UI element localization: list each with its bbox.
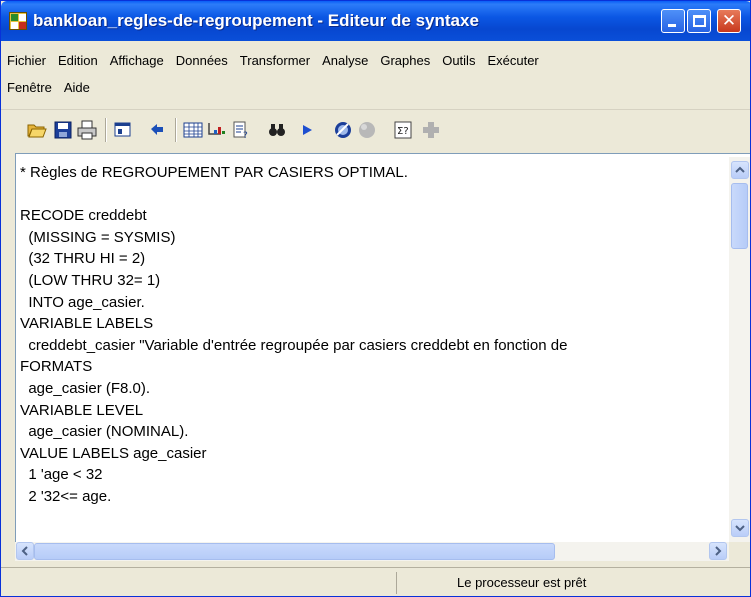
menu-analyse[interactable]: Analyse (322, 51, 374, 73)
vertical-scroll-thumb[interactable] (731, 183, 748, 249)
code-line: (32 THRU HI = 2) (20, 250, 146, 268)
code-line: age_casier (NOMINAL). (20, 423, 189, 441)
menu-aide[interactable]: Aide (64, 78, 96, 100)
syntax-editor[interactable]: * Règles de REGROUPEMENT PAR CASIERS OPT… (15, 153, 750, 542)
code-line: (MISSING = SYSMIS) (20, 228, 176, 246)
code-line: RECODE creddebt (20, 207, 147, 225)
minimize-button[interactable] (661, 9, 685, 33)
svg-text:Σ?: Σ? (397, 126, 409, 137)
vertical-scrollbar[interactable] (729, 157, 750, 542)
add-icon[interactable] (421, 120, 441, 140)
app-icon (9, 12, 27, 30)
undo-icon[interactable] (147, 120, 167, 140)
menu-row-2: Fenêtre Aide (7, 78, 102, 100)
code-line: (LOW THRU 32= 1) (20, 271, 161, 289)
print-icon[interactable] (77, 120, 97, 140)
stop-icon[interactable] (357, 120, 377, 140)
chevron-up-icon (735, 166, 745, 173)
syntax-editor-window: bankloan_regles-de-regroupement - Editeu… (0, 0, 751, 597)
status-panel: Le processeur est prêt (396, 572, 724, 594)
menu-transformer[interactable]: Transformer (240, 51, 316, 73)
open-folder-icon[interactable] (27, 120, 47, 140)
code-line: * Règles de REGROUPEMENT PAR CASIERS OPT… (20, 164, 408, 181)
close-button[interactable]: ✕ (717, 9, 741, 33)
menu-executer[interactable]: Exécuter (487, 51, 544, 73)
menu-graphes[interactable]: Graphes (380, 51, 436, 73)
title-bar[interactable]: bankloan_regles-de-regroupement - Editeu… (1, 1, 750, 41)
menu-edition[interactable]: Edition (58, 51, 104, 73)
svg-text:?: ? (243, 131, 248, 140)
menu-fichier[interactable]: Fichier (7, 51, 52, 73)
minimize-icon (668, 24, 676, 27)
scroll-down-button[interactable] (731, 519, 749, 537)
menu-donnees[interactable]: Données (176, 51, 234, 73)
syntax-text-area[interactable]: * Règles de REGROUPEMENT PAR CASIERS OPT… (20, 162, 728, 538)
toolbar-separator (105, 118, 107, 142)
code-line: 2 '32<= age. (20, 487, 112, 505)
horizontal-scroll-thumb[interactable] (34, 543, 555, 560)
horizontal-scrollbar[interactable] (15, 542, 729, 561)
code-line: VARIABLE LABELS (20, 315, 154, 333)
maximize-icon (693, 15, 706, 27)
maximize-button[interactable] (687, 9, 711, 33)
menu-affichage[interactable]: Affichage (110, 51, 170, 73)
code-line: age_casier (F8.0). (20, 379, 151, 397)
chevron-left-icon (21, 546, 28, 556)
chevron-right-icon (715, 546, 722, 556)
code-line: VARIABLE LEVEL (20, 401, 144, 419)
code-line: INTO age_casier. (20, 293, 145, 311)
window-title: bankloan_regles-de-regroupement - Editeu… (33, 11, 479, 30)
code-line: VALUE LABELS age_casier (20, 444, 207, 462)
scroll-up-button[interactable] (731, 161, 749, 179)
code-line: creddebt_casier "Variable d'entrée regro… (20, 336, 568, 354)
goto-case-icon[interactable] (207, 120, 227, 140)
code-line: 1 'age < 32 (20, 466, 103, 484)
save-icon[interactable] (53, 120, 73, 140)
designate-window-icon[interactable] (333, 120, 353, 140)
find-icon[interactable] (267, 120, 287, 140)
status-bar: Le processeur est prêt (1, 567, 750, 596)
status-text: Le processeur est prêt (457, 575, 587, 590)
menu-row-1: Fichier Edition Affichage Données Transf… (7, 51, 551, 73)
menu-outils[interactable]: Outils (442, 51, 481, 73)
dialog-recall-icon[interactable] (113, 120, 133, 140)
syntax-help-icon[interactable]: Σ? (393, 120, 413, 140)
variables-icon[interactable]: ? (231, 120, 251, 140)
chevron-down-icon (735, 525, 745, 532)
toolbar: ? Σ? (1, 109, 750, 149)
toolbar-separator (175, 118, 177, 142)
code-line: FORMATS (20, 358, 93, 376)
scroll-left-button[interactable] (16, 542, 34, 560)
menu-bar: Fichier Edition Affichage Données Transf… (1, 41, 750, 105)
close-icon: ✕ (721, 11, 737, 30)
data-editor-icon[interactable] (183, 120, 203, 140)
menu-fenetre[interactable]: Fenêtre (7, 78, 58, 100)
scroll-right-button[interactable] (709, 542, 727, 560)
run-icon[interactable] (297, 120, 317, 140)
